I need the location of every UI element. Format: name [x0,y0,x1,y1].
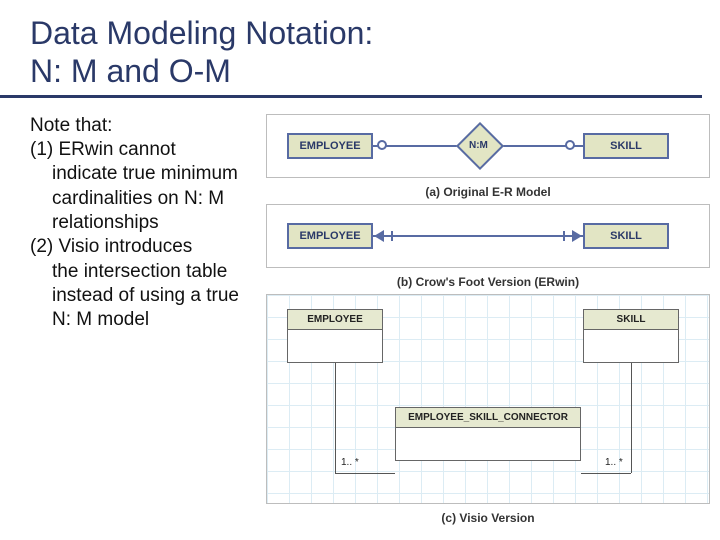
slide-title: Data Modeling Notation: N: M and O-M [30,14,702,91]
crowsfoot-right-icon [572,230,582,242]
note-2-body: the intersection table instead of using … [30,260,262,333]
uml-skill-header: SKILL [584,310,678,330]
entity-employee-b: EMPLOYEE [287,223,373,249]
note-1-head: ERwin cannot [59,139,176,160]
diagram-column: EMPLOYEE N:M SKILL (a) Original E-R Mode… [262,114,710,530]
uml-skill: SKILL [583,309,679,363]
optional-circle-right-a [565,140,575,150]
uml-connector-header: EMPLOYEE_SKILL_CONNECTOR [396,408,580,428]
uml-connector: EMPLOYEE_SKILL_CONNECTOR [395,407,581,461]
uml-employee: EMPLOYEE [287,309,383,363]
caption-a: (a) Original E-R Model [266,182,710,204]
entity-skill-b: SKILL [583,223,669,249]
note-2-head: Visio introduces [59,236,193,257]
uml-line-right-h [581,473,631,474]
uml-employee-header: EMPLOYEE [288,310,382,330]
relationship-label: N:M [469,140,488,151]
multiplicity-right: 1.. * [605,457,623,468]
uml-line-left-v [335,363,336,473]
note-1-num: (1) [30,139,59,160]
note-2: (2) Visio introduces the intersection ta… [30,235,262,332]
tick-left-b [391,231,393,241]
entity-skill-a: SKILL [583,133,669,159]
optional-circle-left-a [377,140,387,150]
title-line1: Data Modeling Notation: [30,15,373,51]
note-1: (1) ERwin cannot indicate true minimum c… [30,138,262,235]
notes-column: Note that: (1) ERwin cannot indicate tru… [30,114,262,530]
title-line2: N: M and O-M [30,53,231,89]
uml-skill-body [584,330,678,362]
uml-connector-body [396,428,580,460]
relationship-line-b [373,235,583,237]
entity-employee-a: EMPLOYEE [287,133,373,159]
uml-employee-body [288,330,382,362]
note-1-body: indicate true minimum cardinalities on N… [30,162,262,235]
note-intro: Note that: [30,114,262,138]
panel-a: EMPLOYEE N:M SKILL [266,114,710,178]
panel-c: EMPLOYEE SKILL EMPLOYEE_SKILL_CONNECTOR … [266,294,710,504]
crowsfoot-left-icon [374,230,384,242]
panel-b: EMPLOYEE SKILL [266,204,710,268]
multiplicity-left: 1.. * [341,457,359,468]
content-area: Note that: (1) ERwin cannot indicate tru… [0,98,720,530]
uml-line-right-v [631,363,632,473]
caption-b: (b) Crow's Foot Version (ERwin) [266,272,710,294]
slide-title-area: Data Modeling Notation: N: M and O-M [0,0,702,98]
tick-right-b [563,231,565,241]
note-2-num: (2) [30,236,59,257]
caption-c: (c) Visio Version [266,508,710,530]
uml-line-left-h [335,473,395,474]
